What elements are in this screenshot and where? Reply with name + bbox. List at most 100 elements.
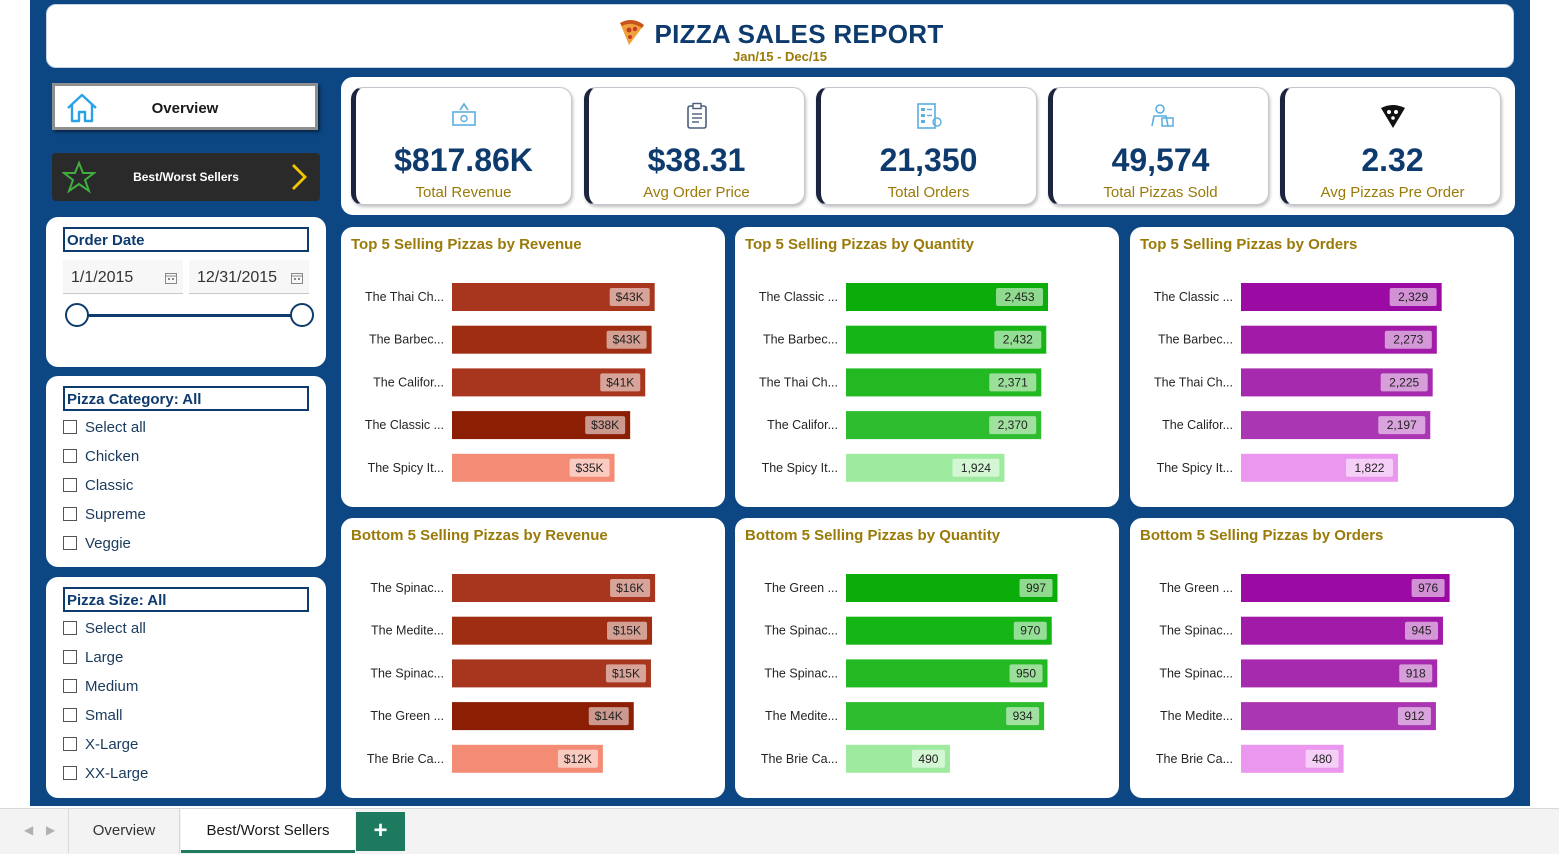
data-label: 970 (1020, 624, 1040, 638)
data-label: $14K (595, 709, 623, 723)
data-label: $35K (576, 461, 604, 475)
data-label: 2,370 (998, 418, 1028, 432)
add-page-button[interactable]: + (356, 812, 405, 851)
category-label: The Thai Ch... (365, 290, 444, 304)
chart-bottom5-orders: Bottom 5 Selling Pizzas by Orders The Gr… (1130, 518, 1514, 798)
data-label: 2,273 (1393, 333, 1423, 347)
overview-nav-button[interactable]: Overview (52, 83, 318, 130)
kpi-label: Total Revenue (415, 184, 512, 201)
chart-plot: The Thai Ch... $43K The Barbec... $43K The C… (365, 283, 655, 482)
delivery-icon (1053, 102, 1268, 135)
money-icon (356, 102, 571, 133)
pizza-icon (620, 19, 645, 45)
checkbox[interactable] (63, 766, 77, 780)
checkbox[interactable] (63, 621, 77, 635)
data-label: 1,822 (1354, 461, 1384, 475)
category-label: The Spinac... (370, 666, 444, 680)
best-worst-nav-label: Best/Worst Sellers (133, 170, 239, 184)
checkbox[interactable] (63, 478, 77, 492)
checkbox[interactable] (63, 420, 77, 434)
category-option[interactable]: Select all (63, 419, 146, 441)
date-range-slider[interactable] (76, 314, 302, 317)
size-option[interactable]: Small (63, 707, 123, 729)
category-label: The Califor... (373, 375, 444, 389)
category-label: The Green ... (764, 581, 838, 595)
category-label: The Barbec... (369, 333, 444, 347)
category-option[interactable]: Supreme (63, 506, 146, 528)
category-label: The Classic ... (1154, 290, 1233, 304)
chart-top5-orders: Top 5 Selling Pizzas by Orders The Class… (1130, 227, 1514, 507)
data-label: 997 (1026, 581, 1046, 595)
data-label: $12K (564, 752, 592, 766)
calendar-icon (165, 273, 177, 284)
category-label: The Spicy It... (762, 461, 838, 475)
size-option[interactable]: XX-Large (63, 765, 148, 787)
kpi-label: Total Orders (887, 184, 970, 201)
size-option[interactable]: Large (63, 649, 123, 671)
end-date-handle[interactable] (290, 303, 314, 327)
option-label: Select all (85, 419, 146, 436)
checkbox[interactable] (63, 536, 77, 550)
data-label: $43K (616, 290, 644, 304)
report-header: PIZZA SALES REPORT Jan/15 - Dec/15 (46, 4, 1514, 68)
end-date-value: 12/31/2015 (197, 269, 278, 286)
chart-plot: The Classic ... 2,329 The Barbec... 2,273 Th… (1154, 283, 1442, 482)
data-label: 2,329 (1398, 290, 1428, 304)
pizza-slice-icon (1285, 102, 1500, 135)
start-date-handle[interactable] (65, 303, 89, 327)
checkbox[interactable] (63, 650, 77, 664)
checkbox[interactable] (63, 507, 77, 521)
data-label: 490 (918, 752, 938, 766)
data-label: 2,432 (1003, 333, 1033, 347)
tab-overview[interactable]: Overview (68, 809, 180, 853)
category-label: The Barbec... (763, 333, 838, 347)
kpi-label: Total Pizzas Sold (1103, 184, 1218, 201)
chevron-right-icon (290, 162, 308, 197)
data-label: 2,197 (1387, 418, 1417, 432)
size-option[interactable]: Medium (63, 678, 138, 700)
category-label: The Thai Ch... (759, 375, 838, 389)
kpi-value: 21,350 (879, 142, 978, 178)
kpi-value: 49,574 (1111, 142, 1210, 178)
option-label: Veggie (85, 535, 131, 552)
checkbox[interactable] (63, 679, 77, 693)
category-option[interactable]: Classic (63, 477, 133, 499)
option-label: Select all (85, 620, 146, 637)
category-label: The Medite... (1160, 709, 1233, 723)
size-option[interactable]: X-Large (63, 736, 138, 758)
size-option[interactable]: Select all (63, 620, 146, 642)
next-tab-icon[interactable]: ▶ (46, 823, 55, 837)
data-label: 976 (1418, 581, 1438, 595)
data-label: 918 (1406, 666, 1426, 680)
calendar-icon (291, 273, 303, 284)
checkbox[interactable] (63, 737, 77, 751)
checkbox[interactable] (63, 449, 77, 463)
clipboard-icon (589, 102, 804, 135)
kpi-card-total-orders: 21,350 Total Orders (816, 87, 1037, 205)
data-label: 2,225 (1389, 375, 1419, 389)
kpi-label: Avg Order Price (643, 184, 750, 201)
end-date-input[interactable]: 12/31/2015 (189, 260, 309, 294)
kpi-value: $38.31 (647, 142, 746, 178)
chart-bottom5-quantity: Bottom 5 Selling Pizzas by Quantity The … (735, 518, 1119, 798)
category-option[interactable]: Chicken (63, 448, 139, 470)
category-label: The Califor... (1162, 418, 1233, 432)
kpi-value: $817.86K (394, 142, 533, 178)
order-date-slicer: Order Date 1/1/2015 12/31/2015 (46, 217, 326, 367)
data-label: 480 (1312, 752, 1332, 766)
category-option[interactable]: Veggie (63, 535, 131, 557)
category-label: The Spinac... (1159, 624, 1233, 638)
order-date-title: Order Date (63, 227, 309, 252)
prev-tab-icon[interactable]: ◀ (24, 823, 33, 837)
data-label: 912 (1404, 709, 1424, 723)
category-label: The Brie Ca... (367, 752, 444, 766)
data-label: 1,924 (961, 461, 991, 475)
checkbox[interactable] (63, 708, 77, 722)
start-date-input[interactable]: 1/1/2015 (63, 260, 183, 294)
pizza-category-slicer: Pizza Category: All Select all Chicken C… (46, 376, 326, 567)
category-label: The Barbec... (1158, 333, 1233, 347)
best-worst-nav-button[interactable]: Best/Worst Sellers (52, 153, 320, 201)
tab-best-worst-sellers[interactable]: Best/Worst Sellers (181, 809, 355, 853)
kpi-card-avg-order-price: $38.31 Avg Order Price (584, 87, 805, 205)
page-subtitle: Jan/15 - Dec/15 (733, 49, 827, 64)
